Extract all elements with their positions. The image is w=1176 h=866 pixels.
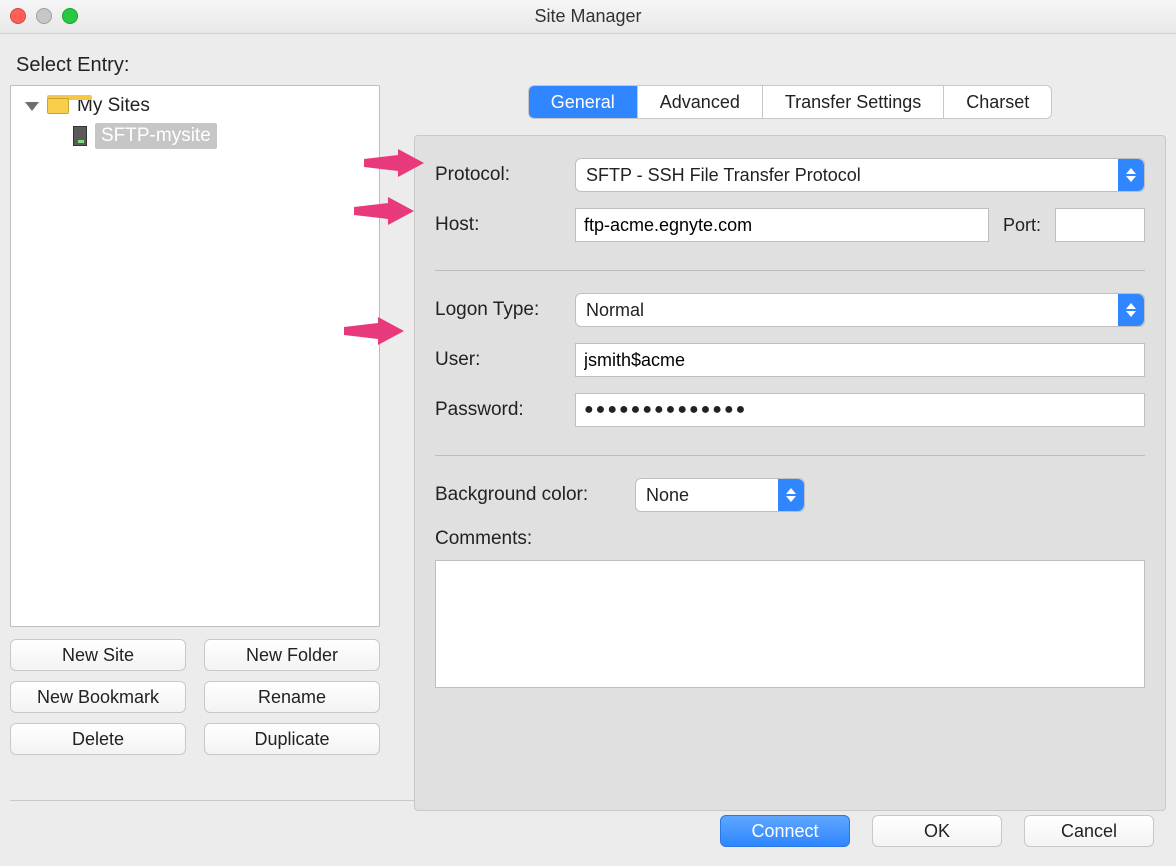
logon-type-value: Normal xyxy=(586,300,644,321)
window-controls xyxy=(10,8,78,24)
folder-icon xyxy=(47,98,69,114)
protocol-label: Protocol: xyxy=(435,164,575,186)
comments-textarea[interactable] xyxy=(435,560,1145,688)
tab-charset[interactable]: Charset xyxy=(944,86,1051,118)
tree-site-label[interactable]: SFTP-mysite xyxy=(95,123,217,149)
window-title: Site Manager xyxy=(534,6,641,27)
server-icon xyxy=(73,126,87,146)
minimize-window-icon[interactable] xyxy=(36,8,52,24)
password-dots: ●●●●●●●●●●●●●● xyxy=(584,401,747,419)
delete-button[interactable]: Delete xyxy=(10,723,186,755)
tabs: General Advanced Transfer Settings Chars… xyxy=(414,85,1166,119)
tree-root-row[interactable]: My Sites xyxy=(17,92,373,120)
user-input[interactable] xyxy=(575,343,1145,377)
select-arrows-icon xyxy=(1118,159,1144,191)
bgcolor-value: None xyxy=(646,485,689,506)
port-label: Port: xyxy=(1003,215,1041,236)
select-arrows-icon xyxy=(778,479,804,511)
new-folder-button[interactable]: New Folder xyxy=(204,639,380,671)
connect-button[interactable]: Connect xyxy=(720,815,850,847)
bgcolor-select[interactable]: None xyxy=(635,478,805,512)
select-entry-heading: Select Entry: xyxy=(16,54,1166,77)
logon-type-select[interactable]: Normal xyxy=(575,293,1145,327)
close-window-icon[interactable] xyxy=(10,8,26,24)
general-panel: Protocol: SFTP - SSH File Transfer Proto… xyxy=(414,135,1166,811)
bgcolor-label: Background color: xyxy=(435,484,635,506)
host-label: Host: xyxy=(435,214,575,236)
new-site-button[interactable]: New Site xyxy=(10,639,186,671)
comments-label: Comments: xyxy=(435,528,1145,550)
password-input[interactable]: ●●●●●●●●●●●●●● xyxy=(575,393,1145,427)
site-tree[interactable]: My Sites SFTP-mysite xyxy=(10,85,380,627)
tab-general[interactable]: General xyxy=(529,86,638,118)
separator xyxy=(435,270,1145,271)
separator xyxy=(435,455,1145,456)
host-input[interactable] xyxy=(575,208,989,242)
titlebar: Site Manager xyxy=(0,0,1176,34)
ok-button[interactable]: OK xyxy=(872,815,1002,847)
tab-transfer-settings[interactable]: Transfer Settings xyxy=(763,86,944,118)
protocol-select[interactable]: SFTP - SSH File Transfer Protocol xyxy=(575,158,1145,192)
cancel-button[interactable]: Cancel xyxy=(1024,815,1154,847)
select-arrows-icon xyxy=(1118,294,1144,326)
duplicate-button[interactable]: Duplicate xyxy=(204,723,380,755)
rename-button[interactable]: Rename xyxy=(204,681,380,713)
new-bookmark-button[interactable]: New Bookmark xyxy=(10,681,186,713)
tab-advanced[interactable]: Advanced xyxy=(638,86,763,118)
logon-type-label: Logon Type: xyxy=(435,299,575,321)
tree-site-row[interactable]: SFTP-mysite xyxy=(73,122,373,150)
zoom-window-icon[interactable] xyxy=(62,8,78,24)
disclosure-triangle-icon[interactable] xyxy=(25,102,39,111)
port-input[interactable] xyxy=(1055,208,1145,242)
protocol-value: SFTP - SSH File Transfer Protocol xyxy=(586,165,861,186)
password-label: Password: xyxy=(435,399,575,421)
user-label: User: xyxy=(435,349,575,371)
